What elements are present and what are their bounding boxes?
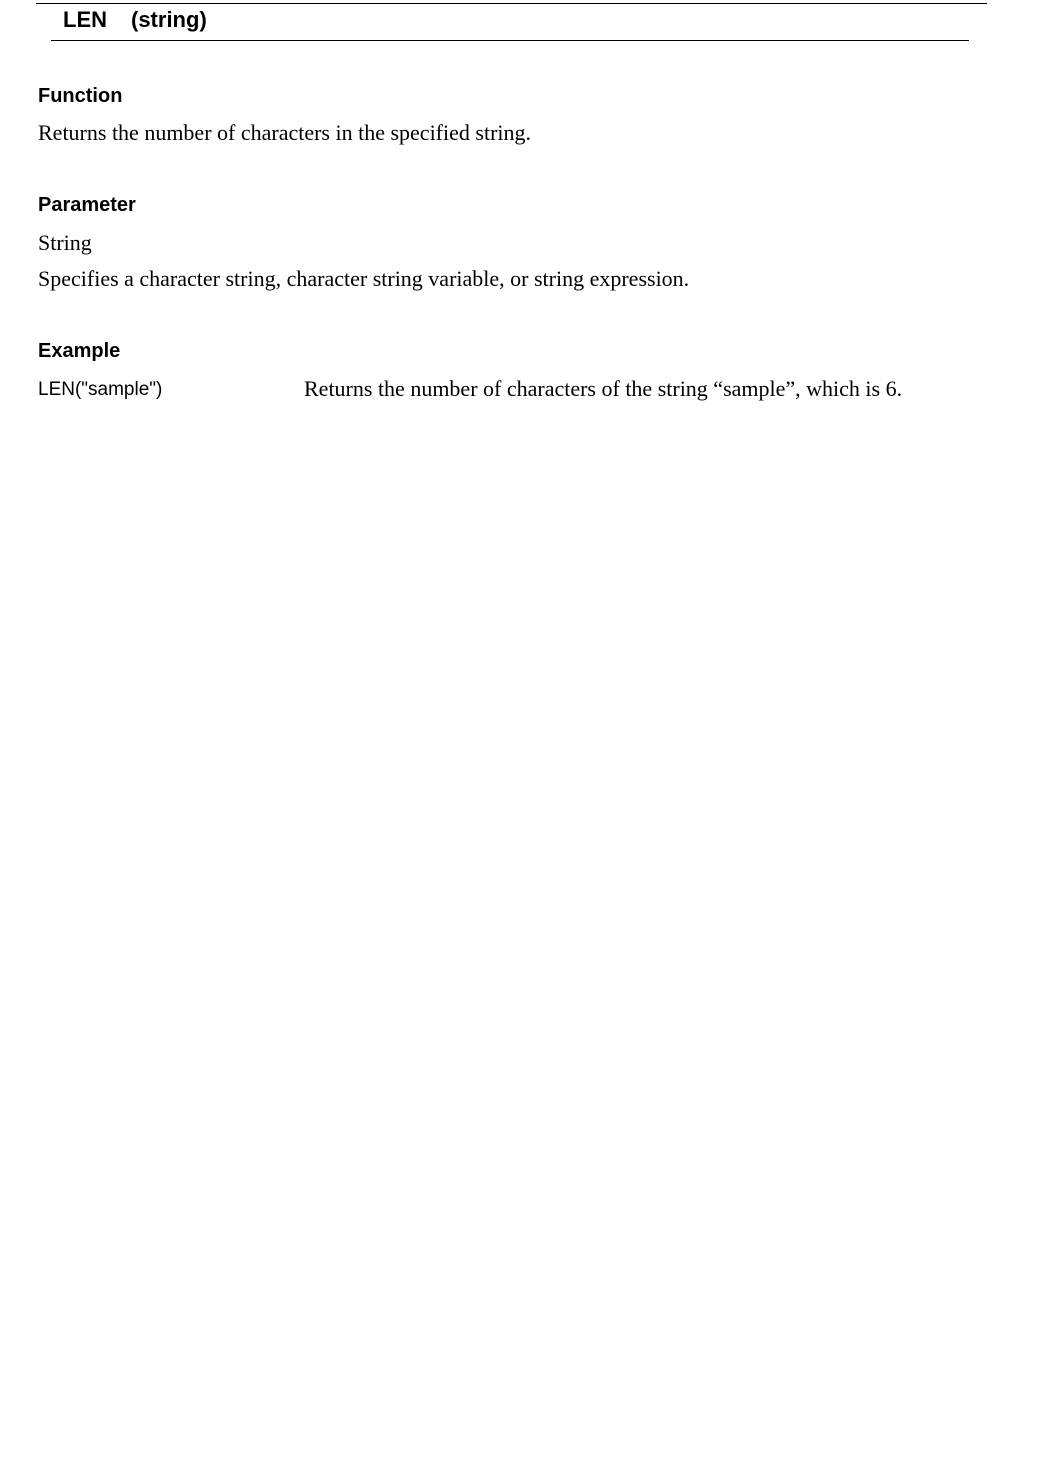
command-heading: LEN (string) (63, 6, 207, 34)
parameter-name: String (38, 230, 92, 255)
example-description: Returns the number of characters of the … (304, 376, 903, 401)
function-description: Returns the number of characters in the … (38, 120, 532, 145)
parameter-section-label: Parameter (38, 194, 136, 216)
page-top-divider (36, 3, 987, 4)
example-code: LEN("sample") (38, 379, 163, 400)
heading-underline (51, 40, 969, 41)
parameter-description: Specifies a character string, character … (38, 266, 690, 291)
command-keyword: LEN (63, 7, 107, 32)
function-section-label: Function (38, 85, 123, 107)
example-section-label: Example (38, 340, 121, 362)
command-syntax: (string) (131, 7, 207, 32)
